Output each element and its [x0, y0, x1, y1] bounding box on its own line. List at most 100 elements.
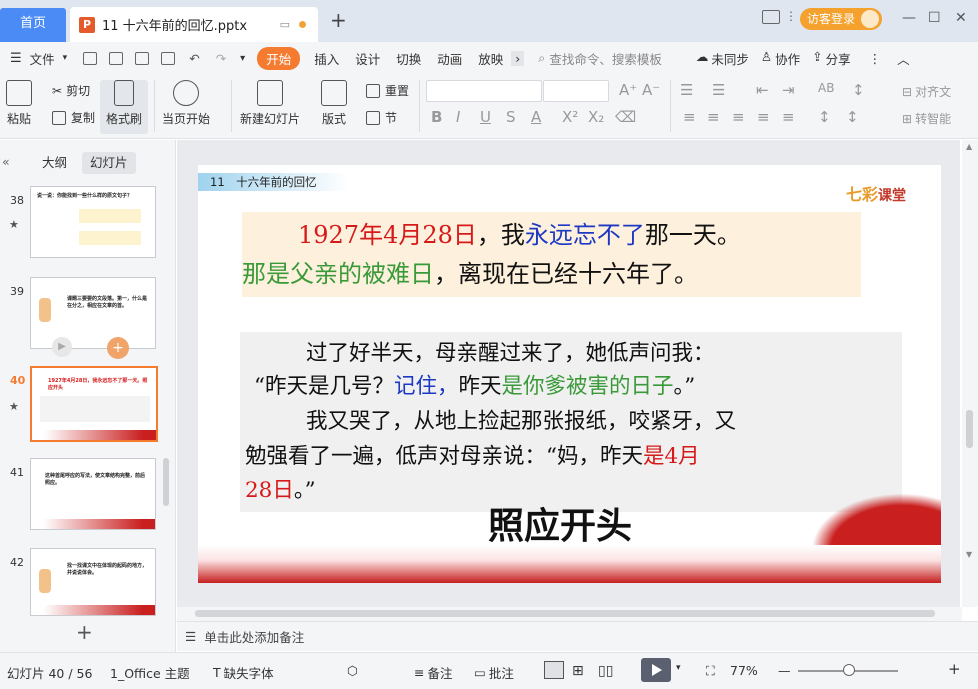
zoom-in-button[interactable]: +	[948, 660, 961, 678]
more-options-icon[interactable]: ⋮	[869, 51, 882, 66]
cut-button[interactable]: ✂ 剪切	[52, 82, 90, 99]
outdent-icon[interactable]: ⇤	[756, 81, 769, 99]
undo-icon[interactable]: ↶	[189, 51, 199, 66]
preview-icon[interactable]	[161, 51, 176, 65]
zoom-slider-knob[interactable]	[843, 664, 855, 676]
increase-font-icon[interactable]: A⁺	[619, 81, 637, 99]
file-menu[interactable]: 文件	[22, 49, 63, 68]
grid-view-icon[interactable]: ⊞	[572, 663, 584, 679]
menu-more-button[interactable]: ›	[511, 50, 525, 66]
screen-icon[interactable]: ▭	[280, 18, 290, 31]
collapse-ribbon-icon[interactable]: ︿	[897, 49, 910, 68]
eraser-icon[interactable]: ⌫	[615, 108, 636, 126]
print-icon[interactable]	[135, 51, 150, 65]
superscript-icon[interactable]: X²	[562, 108, 578, 126]
visitor-login-button[interactable]: 访客登录	[800, 8, 882, 30]
subscript-icon[interactable]: X₂	[588, 108, 604, 126]
new-tab-button[interactable]: +	[330, 10, 347, 30]
notes-area[interactable]: ☰ 单击此处添加备注	[177, 621, 978, 651]
vertical-scroll-thumb[interactable]	[966, 410, 973, 448]
font-family-select[interactable]	[426, 80, 542, 102]
play-from-current-button[interactable]: 当页开始	[162, 80, 210, 127]
collab-button[interactable]: ♙ 协作	[761, 49, 800, 68]
bullet-list-icon[interactable]: ☰	[680, 81, 693, 99]
maximize-button[interactable]: ☐	[928, 10, 941, 26]
menu-insert[interactable]: 插入	[306, 49, 347, 68]
paste-button[interactable]: 粘贴	[6, 80, 32, 127]
menu-slideshow[interactable]: 放映	[470, 49, 511, 68]
align-left-icon[interactable]: ≡	[683, 108, 696, 126]
menu-transition[interactable]: 切换	[388, 49, 429, 68]
text-direction-icon[interactable]: ↕	[852, 81, 865, 99]
align-text-button[interactable]: ⊟ 对齐文	[902, 83, 951, 100]
menu-animation[interactable]: 动画	[429, 49, 470, 68]
play-audio-icon[interactable]: ▶	[52, 337, 72, 357]
zoom-level[interactable]: 77%	[730, 663, 758, 678]
bold-icon[interactable]: B	[431, 108, 442, 126]
scroll-down-icon[interactable]: ▼	[966, 550, 972, 559]
reading-view-icon[interactable]: ▯▯	[598, 663, 613, 679]
scroll-up-icon[interactable]: ▲	[966, 142, 972, 151]
save-icon[interactable]	[83, 51, 98, 65]
convert-smartart-button[interactable]: ⊞ 转智能	[902, 110, 951, 127]
close-button[interactable]: ✕	[955, 10, 967, 26]
play-slideshow-button[interactable]	[641, 658, 671, 682]
menu-start[interactable]: 开始	[257, 46, 301, 70]
vertical-scrollbar[interactable]: ▲ ▼	[962, 140, 978, 607]
sync-status[interactable]: ☁ 未同步	[696, 49, 749, 68]
align-center-icon[interactable]: ≡	[707, 108, 720, 126]
hamburger-icon[interactable]: ☰	[10, 51, 22, 66]
more-icon[interactable]: ⋮	[785, 9, 797, 23]
collapse-pane-icon[interactable]: «	[2, 154, 10, 169]
slide-thumbnail-current[interactable]: 1927年4月28日，我永远忘不了那一天。照应开头	[30, 366, 158, 442]
redo-icon[interactable]: ↷	[216, 51, 226, 66]
export-pdf-icon[interactable]	[109, 51, 124, 65]
horizontal-scrollbar[interactable]	[177, 607, 962, 621]
indent-icon[interactable]: ⇥	[782, 81, 795, 99]
section-button[interactable]: 节	[366, 109, 397, 126]
comments-toggle[interactable]: ▭ 批注	[474, 663, 514, 682]
font-color-icon[interactable]: A	[531, 108, 541, 126]
command-search[interactable]: ⌕ 查找命令、搜索模板	[538, 49, 662, 68]
italic-icon[interactable]: I	[456, 108, 460, 126]
font-size-select[interactable]	[543, 80, 609, 102]
tab-slides[interactable]: 幻灯片	[82, 152, 136, 174]
paragraph-spacing-icon[interactable]: ↕	[846, 108, 859, 126]
add-slide-button[interactable]: +	[76, 620, 93, 644]
char-spacing-icon[interactable]: AB	[818, 81, 834, 95]
home-tab[interactable]: 首页	[0, 8, 66, 42]
slide[interactable]: 11 十六年前的回忆 七彩课堂 1927年4月28日，我永远忘不了那一天。 那是…	[198, 165, 941, 583]
tab-outline[interactable]: 大纲	[42, 152, 67, 174]
format-painter-button[interactable]: 格式刷	[106, 80, 142, 127]
menu-design[interactable]: 设计	[347, 49, 388, 68]
add-animation-icon[interactable]: +	[107, 337, 129, 359]
underline-icon[interactable]: U	[480, 108, 491, 126]
unsaved-dot-icon[interactable]	[299, 21, 306, 28]
strikethrough-icon[interactable]: S	[506, 108, 516, 126]
justify-icon[interactable]: ≡	[757, 108, 770, 126]
zoom-out-button[interactable]: —	[778, 663, 791, 678]
line-spacing-icon[interactable]: ↕	[818, 108, 831, 126]
slide-thumbnail[interactable]: 课题三要要的文段落。第一，什么是在分之，相应在文章的首。	[30, 277, 156, 349]
notes-toggle[interactable]: ≡ 备注	[414, 663, 453, 682]
window-layout-icon[interactable]	[762, 10, 780, 24]
play-options-chevron-icon[interactable]: ▾	[676, 663, 681, 673]
slide-thumbnail[interactable]: 这种首尾呼应的写法，使文章结构完整，前后照应。	[30, 458, 156, 530]
cube-icon[interactable]: ⬡	[347, 663, 358, 678]
layout-button[interactable]: 版式	[321, 80, 347, 127]
fit-window-icon[interactable]: ⛶	[706, 663, 715, 679]
horizontal-scroll-thumb[interactable]	[195, 610, 935, 617]
missing-font-button[interactable]: T 缺失字体	[213, 663, 274, 682]
share-button[interactable]: ⇪ 分享	[812, 49, 851, 68]
slide-thumbnail[interactable]: 说一说：你能找到一些什么样的原文句子？	[30, 186, 156, 258]
pane-scrollbar[interactable]	[163, 458, 169, 506]
align-right-icon[interactable]: ≡	[732, 108, 745, 126]
numbered-list-icon[interactable]: ☰	[712, 81, 725, 99]
minimize-button[interactable]: —	[902, 10, 916, 26]
document-tab[interactable]: P 11 十六年前的回忆.pptx ▭	[70, 7, 318, 42]
distribute-icon[interactable]: ≡	[782, 108, 795, 126]
theme-name[interactable]: 1_Office 主题	[110, 663, 190, 682]
slide-thumbnail[interactable]: 找一找课文中在体现的起码的地方，并说说体会。	[30, 548, 156, 616]
customize-icon[interactable]: ▾	[240, 53, 245, 64]
decrease-font-icon[interactable]: A⁻	[642, 81, 660, 99]
